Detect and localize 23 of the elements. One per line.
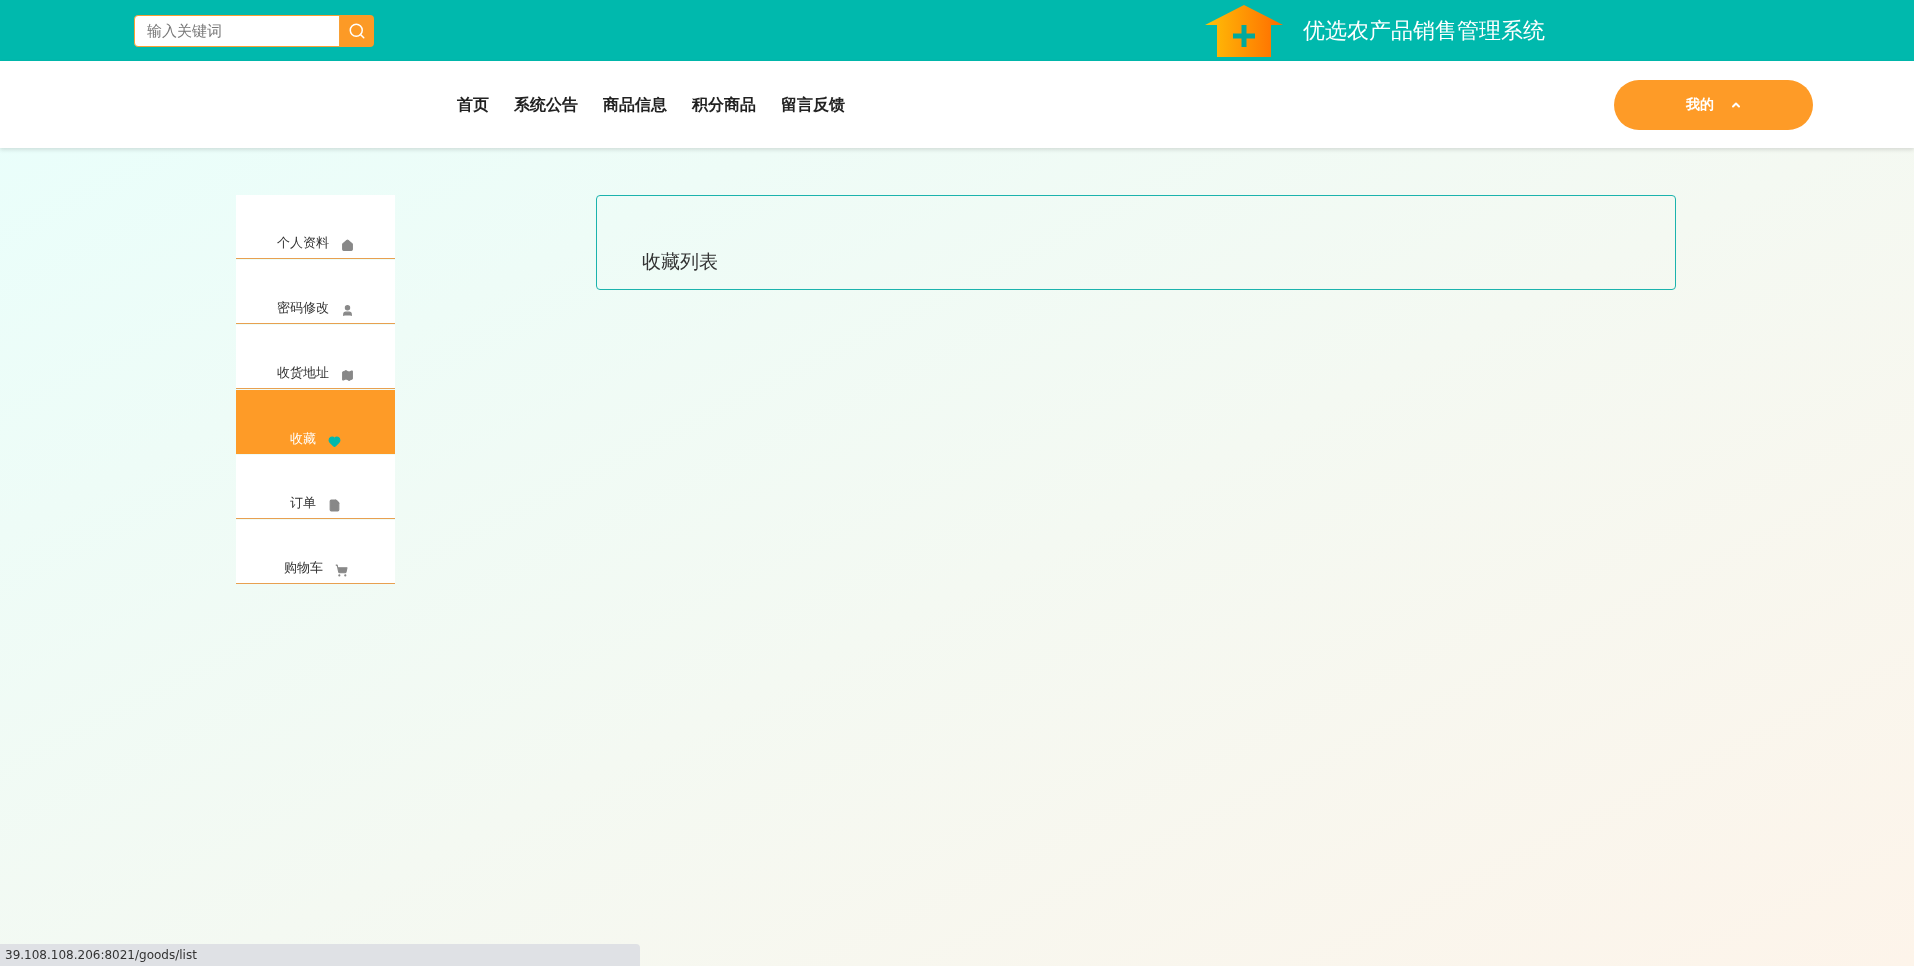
sidebar-menu-item[interactable]: 收货地址 bbox=[236, 325, 395, 389]
status-bar: 39.108.108.206:8021/goods/list bbox=[0, 944, 640, 966]
nav-link[interactable]: 留言反馈 bbox=[781, 92, 845, 117]
nav-link[interactable]: 系统公告 bbox=[514, 92, 578, 117]
site-title: 优选农产品销售管理系统 bbox=[1303, 17, 1545, 45]
nav-link[interactable]: 首页 bbox=[457, 92, 489, 117]
search-icon bbox=[348, 21, 366, 40]
nav-link[interactable]: 商品信息 bbox=[603, 92, 667, 117]
cart-icon bbox=[334, 564, 348, 577]
sidebar-menu-item[interactable]: 订单 bbox=[236, 455, 395, 519]
map-icon bbox=[341, 369, 354, 382]
search-field[interactable]: 输入关键词 bbox=[134, 14, 340, 47]
panel-title: 收藏列表 bbox=[642, 248, 718, 274]
house-plus-logo-icon bbox=[1205, 4, 1283, 57]
search-button[interactable] bbox=[340, 14, 374, 47]
sidebar-menu-item[interactable]: 密码修改 bbox=[236, 260, 395, 324]
heart-icon bbox=[328, 435, 341, 448]
document-icon bbox=[328, 499, 341, 512]
house-icon bbox=[341, 239, 354, 252]
sidebar-menu-item[interactable]: 购物车 bbox=[236, 520, 395, 584]
sidebar-menu-item[interactable]: 个人资料 bbox=[236, 195, 395, 259]
user-icon bbox=[341, 304, 354, 317]
nav-link[interactable]: 积分商品 bbox=[692, 92, 756, 117]
